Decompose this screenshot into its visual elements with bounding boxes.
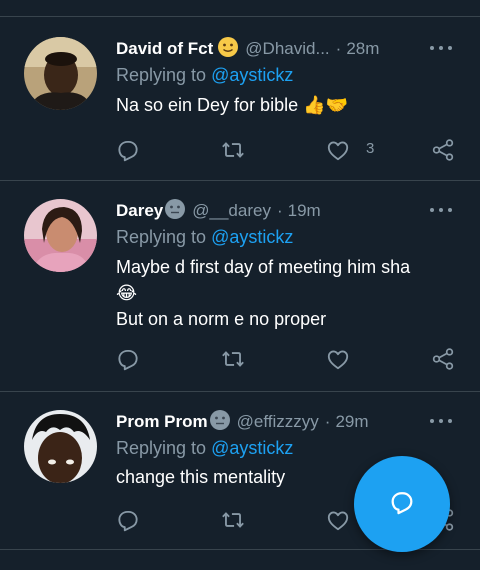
tweet-line: 😂 (116, 283, 138, 303)
compose-reply-button[interactable] (354, 456, 450, 552)
compose-reply-icon (388, 488, 416, 521)
separator-dot: · (324, 412, 331, 431)
more-icon[interactable] (430, 414, 452, 428)
avatar[interactable] (24, 199, 97, 272)
mention-link[interactable]: @aystickz (211, 65, 293, 85)
share-icon[interactable] (430, 137, 456, 163)
reply-icon[interactable] (115, 137, 141, 163)
display-name[interactable]: David of Fct (116, 39, 213, 59)
action-bar (0, 346, 480, 372)
user-handle[interactable]: @Dhavid... (245, 39, 329, 59)
separator-dot: · (276, 201, 283, 220)
neutral-face-icon (209, 409, 231, 436)
replying-label: Replying to (116, 438, 207, 458)
more-icon[interactable] (430, 203, 452, 217)
separator-dot: · (335, 39, 342, 58)
replying-to: Replying to @aystickz (116, 227, 293, 248)
avatar[interactable] (24, 410, 97, 483)
heart-icon[interactable] (325, 137, 351, 163)
replying-to: Replying to @aystickz (116, 65, 293, 86)
replying-label: Replying to (116, 65, 207, 85)
display-name[interactable]: Darey (116, 201, 163, 221)
tweet-2[interactable]: Darey @__darey · 19m Replying to @aystic… (0, 198, 480, 379)
neutral-face-icon (164, 198, 186, 225)
tweet-header: Darey @__darey · 19m (116, 198, 321, 225)
timestamp[interactable]: 29m (335, 412, 368, 432)
action-bar: 3 (0, 137, 480, 163)
tweet-header: Prom Prom @effizzzyy · 29m (116, 409, 369, 436)
avatar[interactable] (24, 37, 97, 110)
tweet-text: change this mentality (116, 464, 285, 490)
like-count: 3 (366, 140, 375, 157)
replying-label: Replying to (116, 227, 207, 247)
divider-top (0, 16, 480, 17)
heart-icon[interactable] (325, 346, 351, 372)
share-icon[interactable] (430, 346, 456, 372)
mention-link[interactable]: @aystickz (211, 227, 293, 247)
reply-icon[interactable] (115, 346, 141, 372)
tweet-text: Na so ein Dey for bible 👍🤝 (116, 92, 348, 118)
mention-link[interactable]: @aystickz (211, 438, 293, 458)
tweet-line: change this mentality (116, 467, 286, 487)
divider (0, 180, 480, 181)
more-icon[interactable] (430, 41, 452, 55)
reply-icon[interactable] (115, 507, 141, 533)
display-name[interactable]: Prom Prom (116, 412, 208, 432)
retweet-icon[interactable] (220, 346, 246, 372)
retweet-icon[interactable] (220, 137, 246, 163)
user-handle[interactable]: @__darey (192, 201, 271, 221)
divider (0, 391, 480, 392)
tweet-line: Na so ein Dey for bible 👍🤝 (116, 95, 348, 115)
slightly-smiling-face-icon (217, 36, 239, 63)
tweet-1[interactable]: David of Fct @Dhavid... · 28m Replying t… (0, 36, 480, 177)
replying-to: Replying to @aystickz (116, 438, 293, 459)
retweet-icon[interactable] (220, 507, 246, 533)
timestamp[interactable]: 28m (346, 39, 379, 59)
tweet-line: Maybe d first day of meeting him sha (116, 257, 411, 277)
user-handle[interactable]: @effizzzyy (237, 412, 319, 432)
tweet-text: Maybe d first day of meeting him sha 😂 B… (116, 254, 410, 332)
tweet-header: David of Fct @Dhavid... · 28m (116, 36, 379, 63)
timestamp[interactable]: 19m (288, 201, 321, 221)
tweet-line: But on a norm e no proper (116, 309, 327, 329)
heart-icon[interactable] (325, 507, 351, 533)
